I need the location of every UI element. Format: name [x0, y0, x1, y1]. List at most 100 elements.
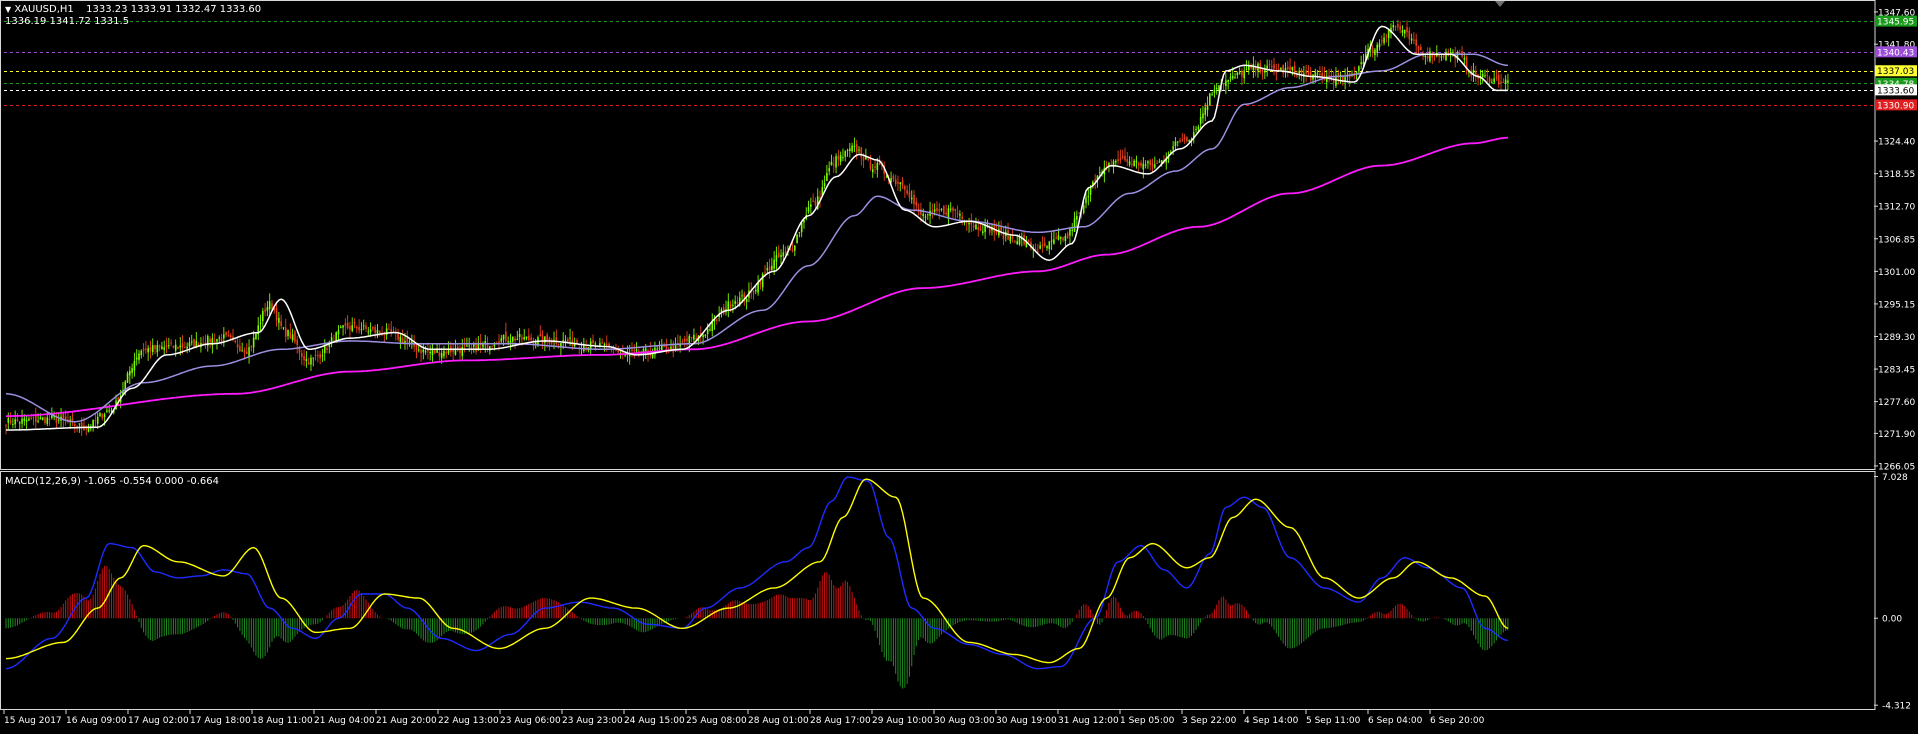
- candle-body: [1176, 141, 1179, 143]
- candle-body: [842, 157, 844, 159]
- candle-body: [1408, 30, 1411, 40]
- candle-body: [1252, 64, 1255, 71]
- candle-body: [378, 331, 381, 334]
- candle-body: [910, 197, 913, 200]
- candle-body: [901, 180, 904, 186]
- candle-body: [933, 209, 936, 212]
- candle-body: [764, 272, 766, 274]
- candle-body: [1268, 64, 1271, 66]
- candle-body: [1105, 164, 1108, 166]
- collapse-triangle-icon[interactable]: ▼: [5, 5, 11, 14]
- candle-body: [846, 149, 849, 151]
- candle-body: [1140, 162, 1142, 167]
- candle-body: [972, 225, 975, 228]
- candle-body: [1248, 66, 1250, 71]
- candle-body: [103, 414, 106, 417]
- candle-body: [1222, 83, 1225, 85]
- candle-body: [1238, 72, 1241, 74]
- candle-body: [608, 343, 610, 347]
- candle-body: [161, 346, 163, 349]
- candle-body: [823, 183, 826, 187]
- candle-body: [1426, 56, 1429, 59]
- candle-body: [367, 331, 370, 333]
- candle-body: [1261, 70, 1264, 72]
- candle-body: [550, 341, 553, 344]
- candle-body: [601, 342, 603, 344]
- candle-body: [1156, 162, 1158, 164]
- candle-body: [729, 303, 732, 308]
- candle-body: [1264, 70, 1266, 73]
- candle-body: [837, 155, 840, 160]
- candle-body: [1041, 244, 1044, 246]
- price-axis-label: 1301.00: [1878, 268, 1915, 278]
- candle-body: [284, 327, 287, 337]
- candle-body: [926, 214, 929, 216]
- candle-body: [1481, 73, 1484, 77]
- candle-body: [1124, 155, 1126, 161]
- candle-body: [138, 353, 140, 360]
- candle-body: [1495, 77, 1498, 79]
- chart-canvas[interactable]: 1347.601341.801324.401318.551312.701306.…: [0, 0, 1918, 730]
- symbol-header: ▼ XAUUSD,H1 1333.23 1333.91 1332.47 1333…: [5, 4, 261, 16]
- candle-body: [975, 224, 977, 230]
- candle-body: [1502, 81, 1505, 83]
- candle-body: [523, 337, 526, 340]
- candle-body: [876, 162, 879, 170]
- candle-body: [1018, 236, 1021, 245]
- candle-body: [291, 334, 294, 341]
- macd-signal-line: [5, 478, 1509, 664]
- candle-body: [417, 349, 420, 351]
- candle-body: [321, 355, 324, 357]
- candle-body: [752, 291, 755, 293]
- chart-shift-marker-icon[interactable]: [1495, 1, 1505, 7]
- candle-body: [716, 319, 718, 321]
- candle-body: [943, 206, 945, 214]
- time-axis-label: 21 Aug 20:00: [376, 716, 437, 726]
- candle-body: [101, 413, 104, 419]
- candle-body: [945, 212, 947, 215]
- candle-body: [1362, 61, 1365, 65]
- candle-body: [424, 351, 427, 353]
- candle-body: [9, 420, 12, 424]
- candle-body: [250, 346, 253, 348]
- candle-body: [349, 326, 351, 330]
- candle-body: [252, 337, 255, 348]
- candle-body: [443, 350, 445, 357]
- candle-body: [979, 228, 982, 231]
- candle-body: [46, 417, 49, 424]
- candle-body: [287, 329, 289, 336]
- candle-body: [140, 350, 143, 355]
- candle-body: [317, 355, 319, 357]
- candle-body: [706, 328, 709, 334]
- candle-body: [1082, 205, 1085, 213]
- candle-body: [440, 353, 443, 359]
- candle-body: [365, 325, 367, 330]
- candle-body: [745, 299, 748, 303]
- candle-body: [734, 301, 736, 304]
- candle-body: [1137, 162, 1140, 166]
- candle-body: [741, 295, 743, 297]
- candle-body: [1202, 113, 1204, 119]
- candle-body: [344, 323, 347, 326]
- candle-body: [908, 191, 911, 198]
- candle-body: [154, 344, 156, 349]
- candle-body: [1387, 30, 1390, 39]
- candle-body: [1413, 39, 1415, 41]
- candle-body: [1296, 75, 1298, 77]
- candle-body: [16, 418, 19, 421]
- candle-body: [814, 201, 817, 206]
- candle-body: [709, 329, 711, 331]
- candle-body: [511, 336, 514, 342]
- candle-body: [844, 151, 847, 157]
- candle-body: [1394, 26, 1397, 28]
- candle-body: [360, 329, 363, 331]
- candle-body: [376, 330, 379, 334]
- candle-body: [25, 420, 28, 422]
- candle-body: [1360, 62, 1362, 64]
- candle-body: [1504, 79, 1507, 84]
- price-axis-label: 1295.15: [1878, 300, 1915, 310]
- candle-body: [1197, 126, 1200, 129]
- candle-body: [672, 345, 675, 353]
- candle-body: [782, 252, 785, 257]
- candle-body: [569, 337, 571, 339]
